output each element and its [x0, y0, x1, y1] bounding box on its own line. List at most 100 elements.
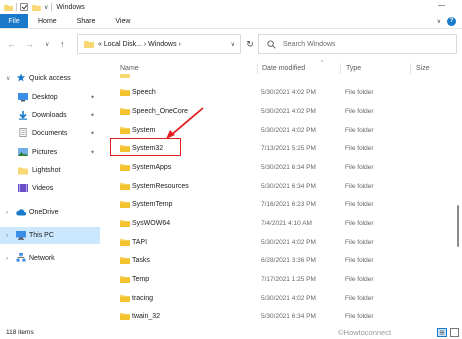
- sidebar-item-quick-access[interactable]: ∨ Quick access: [0, 70, 100, 87]
- file-name[interactable]: SysWOW64: [132, 220, 170, 227]
- folder-icon: [120, 183, 130, 190]
- sidebar-item-onedrive[interactable]: › OneDrive: [0, 204, 100, 221]
- search-input[interactable]: Search Windows: [283, 41, 336, 48]
- address-bar[interactable]: « Local Disk... › Windows › ∨: [77, 34, 241, 54]
- file-date: 5/30/2021 4:02 PM: [261, 127, 316, 134]
- vertical-scrollbar[interactable]: [455, 60, 462, 326]
- column-header-name[interactable]: Name: [120, 65, 139, 72]
- file-date: 6/28/2021 3:36 PM: [261, 257, 316, 264]
- item-count: 118 items: [6, 329, 34, 336]
- help-icon[interactable]: ?: [447, 16, 456, 26]
- file-row[interactable]: Temp 7/17/2021 1:25 PM File folder: [101, 270, 453, 289]
- sidebar-item-label: Lightshot: [32, 167, 61, 174]
- file-type: File folder: [345, 257, 374, 264]
- chevron-down-icon[interactable]: ∨: [6, 75, 10, 82]
- watermark: ©Howtoconnect: [338, 328, 392, 337]
- chevron-right-icon[interactable]: ›: [6, 233, 8, 239]
- file-row[interactable]: TAPI 5/30/2021 4:02 PM File folder: [101, 233, 453, 252]
- file-date: 5/30/2021 6:34 PM: [261, 183, 316, 190]
- file-name[interactable]: Tasks: [132, 257, 150, 264]
- file-row[interactable]: twain_32 5/30/2021 6:34 PM File folder: [101, 307, 453, 326]
- back-button[interactable]: ←: [7, 40, 16, 49]
- ribbon-controls: ∨ ?: [437, 14, 462, 28]
- tab-view[interactable]: View: [105, 14, 140, 28]
- refresh-button[interactable]: ↻: [243, 34, 257, 54]
- file-name[interactable]: tracing: [132, 295, 153, 302]
- chevron-right-icon[interactable]: ›: [6, 210, 8, 216]
- column-header-type[interactable]: Type: [346, 65, 361, 72]
- file-type: File folder: [345, 164, 374, 171]
- annotation-arrow-icon: [166, 107, 204, 139]
- file-row[interactable]: Speech 5/30/2021 4:02 PM File folder: [101, 83, 453, 102]
- sidebar-item-pictures[interactable]: Pictures ✦: [0, 144, 100, 161]
- file-name[interactable]: SystemResources: [132, 183, 189, 190]
- file-row[interactable]: Speech_OneCore 5/30/2021 4:02 PM File fo…: [101, 102, 453, 121]
- sidebar-item-network[interactable]: › Network: [0, 250, 100, 267]
- sidebar-item-this-pc[interactable]: › This PC: [0, 227, 100, 244]
- details-view-icon[interactable]: [437, 328, 447, 337]
- properties-icon[interactable]: [20, 3, 28, 11]
- chevron-right-icon[interactable]: ›: [6, 256, 8, 262]
- file-date: 5/30/2021 4:02 PM: [261, 108, 316, 115]
- file-row[interactable]: SystemApps 5/30/2021 6:34 PM File folder: [101, 158, 453, 177]
- sidebar-item-label: Quick access: [29, 75, 71, 82]
- new-folder-icon[interactable]: [32, 4, 41, 11]
- file-name[interactable]: System: [132, 127, 155, 134]
- quick-access-toolbar-dropdown[interactable]: ∨: [44, 4, 48, 11]
- address-path[interactable]: « Local Disk... › Windows ›: [98, 41, 181, 48]
- desktop-icon: [18, 93, 28, 102]
- file-name[interactable]: TAPI: [132, 239, 147, 246]
- search-box[interactable]: Search Windows: [258, 34, 457, 54]
- sidebar-item-videos[interactable]: Videos: [0, 180, 100, 197]
- tab-share[interactable]: Share: [67, 14, 106, 28]
- file-row[interactable]: Tasks 6/28/2021 3:36 PM File folder: [101, 251, 453, 270]
- folder-icon: [120, 257, 130, 264]
- column-divider[interactable]: [257, 63, 258, 74]
- file-type: File folder: [345, 220, 374, 227]
- file-row[interactable]: SystemTemp 7/16/2021 6:23 PM File folder: [101, 195, 453, 214]
- file-type: File folder: [345, 295, 374, 302]
- file-row[interactable]: tracing 5/30/2021 4:02 PM File folder: [101, 289, 453, 308]
- sidebar-item-documents[interactable]: Documents ✦: [0, 125, 100, 142]
- star-icon: [16, 73, 26, 82]
- tab-home[interactable]: Home: [28, 14, 67, 28]
- file-type: File folder: [345, 239, 374, 246]
- sidebar-item-desktop[interactable]: Desktop ✦: [0, 89, 100, 106]
- sidebar-item-lightshot[interactable]: Lightshot: [0, 162, 100, 179]
- file-name[interactable]: SystemTemp: [132, 201, 172, 208]
- file-name[interactable]: SystemApps: [132, 164, 171, 171]
- column-header-size[interactable]: Size: [416, 65, 430, 72]
- column-divider[interactable]: [340, 63, 341, 74]
- videos-icon: [18, 184, 28, 192]
- folder-icon: [120, 108, 130, 115]
- column-divider[interactable]: [410, 63, 411, 74]
- expand-ribbon-button[interactable]: ∨: [437, 18, 441, 25]
- minimize-button[interactable]: —: [438, 2, 445, 9]
- recent-locations-button[interactable]: ∨: [45, 41, 49, 50]
- file-row[interactable]: SysWOW64 7/4/2021 4:10 AM File folder: [101, 214, 453, 233]
- address-history-dropdown[interactable]: ∨: [231, 41, 235, 48]
- forward-button[interactable]: →: [25, 40, 34, 49]
- file-row[interactable]: SystemResources 5/30/2021 6:34 PM File f…: [101, 177, 453, 196]
- computer-icon: [16, 231, 26, 240]
- file-type: File folder: [345, 145, 374, 152]
- file-name[interactable]: Temp: [132, 276, 149, 283]
- scrollbar-thumb[interactable]: [457, 205, 459, 247]
- sidebar-item-downloads[interactable]: Downloads ✦: [0, 107, 100, 124]
- download-icon: [19, 111, 27, 120]
- pin-icon: ✦: [90, 150, 96, 156]
- file-name[interactable]: Speech: [132, 89, 156, 96]
- large-icons-view-icon[interactable]: [450, 328, 459, 337]
- divider: [16, 3, 17, 11]
- up-button[interactable]: ↑: [60, 40, 65, 49]
- sidebar-item-label: Pictures: [32, 149, 58, 156]
- sidebar-item-label: Downloads: [32, 112, 67, 119]
- folder-icon: [120, 74, 130, 78]
- sidebar-item-label: OneDrive: [29, 209, 59, 216]
- file-name[interactable]: twain_32: [132, 313, 160, 320]
- tab-file[interactable]: File: [0, 14, 28, 28]
- pin-icon: ✦: [90, 113, 96, 119]
- file-type: File folder: [345, 108, 374, 115]
- search-icon: [267, 39, 276, 49]
- column-header-date-modified[interactable]: Date modified: [262, 65, 305, 72]
